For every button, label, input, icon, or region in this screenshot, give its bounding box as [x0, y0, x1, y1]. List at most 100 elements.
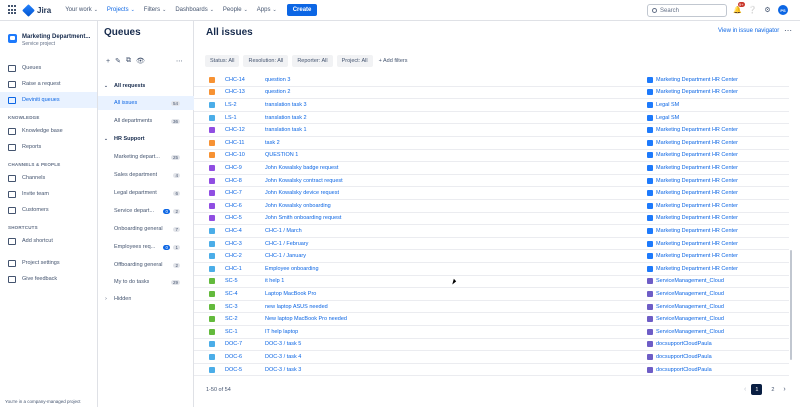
table-row[interactable]: CHC-13 question 2 Marketing Department HR …	[194, 87, 789, 100]
issue-key-link[interactable]: SC-1	[225, 329, 238, 335]
nav-people[interactable]: People ⌄	[223, 7, 248, 13]
table-row[interactable]: CHC-7 John Kowalsky device request Marketi…	[194, 187, 789, 200]
project-name-link[interactable]: Marketing Department HR Center	[656, 89, 738, 95]
eye-icon[interactable]: 👁	[136, 57, 145, 65]
queue-all-departments[interactable]: All departments 36	[98, 114, 194, 128]
issue-summary-link[interactable]: question 3	[265, 77, 290, 83]
more-icon[interactable]: ⋯	[176, 57, 183, 65]
project-name-link[interactable]: Marketing Department HR Center	[656, 203, 738, 209]
create-button[interactable]: Create	[286, 4, 318, 16]
queue-hr-item[interactable]: Onboarding general 7	[98, 222, 194, 236]
issue-summary-link[interactable]: CHC-1 / March	[265, 228, 302, 234]
add-icon[interactable]: +	[106, 58, 110, 65]
project-name-link[interactable]: docsupportCloudPaula	[656, 354, 712, 360]
project-name-link[interactable]: Marketing Department HR Center	[656, 215, 738, 221]
table-row[interactable]: CHC-12 translation task 1 Marketing Depart…	[194, 124, 789, 137]
table-row[interactable]: CHC-10 QUESTION 1 Marketing Department HR …	[194, 150, 789, 163]
project-name-link[interactable]: Marketing Department HR Center	[656, 127, 738, 133]
queue-hr-item[interactable]: Service depart... 0 2	[98, 204, 194, 218]
queue-my-todo[interactable]: My to do tasks 29	[98, 275, 194, 289]
table-row[interactable]: CHC-4 CHC-1 / March Marketing Department H…	[194, 225, 789, 238]
app-switcher-icon[interactable]	[8, 5, 18, 15]
table-row[interactable]: CHC-11 task 2 Marketing Department HR Cent…	[194, 137, 789, 150]
scrollbar[interactable]	[789, 74, 793, 386]
sidebar-item-raise-a-request[interactable]: Raise a request	[0, 76, 97, 92]
issue-summary-link[interactable]: John Kowalsky onboarding	[265, 203, 331, 209]
next-page-icon[interactable]: ›	[783, 386, 785, 393]
table-row[interactable]: CHC-6 John Kowalsky onboarding Marketing D…	[194, 200, 789, 213]
filter-dropdown[interactable]: Project: All	[336, 55, 373, 67]
sidebar-item-reports[interactable]: Reports	[0, 139, 97, 155]
table-row[interactable]: DOC-6 DOC-3 / task 4 docsupportCloudPaula	[194, 351, 789, 364]
sidebar-item-add-shortcut[interactable]: Add shortcut	[0, 233, 97, 249]
project-name-link[interactable]: ServiceManagement_Cloud	[656, 329, 724, 335]
project-name-link[interactable]: Marketing Department HR Center	[656, 228, 738, 234]
issue-key-link[interactable]: CHC-13	[225, 89, 245, 95]
issue-summary-link[interactable]: John Kowalsky contract request	[265, 178, 343, 184]
issue-summary-link[interactable]: Laptop MacBook Pro	[265, 291, 316, 297]
issue-summary-link[interactable]: DOC-3 / task 4	[265, 354, 301, 360]
table-row[interactable]: SC-4 Laptop MacBook Pro ServiceManagement_…	[194, 288, 789, 301]
sidebar-item-queues[interactable]: Queues	[0, 60, 97, 76]
sidebar-item-project-settings[interactable]: Project settings	[0, 255, 97, 271]
issue-key-link[interactable]: LS-1	[225, 115, 237, 121]
issue-summary-link[interactable]: translation task 1	[265, 127, 307, 133]
issue-summary-link[interactable]: it help 1	[265, 278, 284, 284]
project-name-link[interactable]: docsupportCloudPaula	[656, 341, 712, 347]
page-button[interactable]: 2	[767, 384, 778, 395]
issue-summary-link[interactable]: new laptop ASUS needed	[265, 304, 328, 310]
table-row[interactable]: DOC-5 DOC-3 / task 3 docsupportCloudPaula	[194, 364, 789, 377]
issue-summary-link[interactable]: IT help laptop	[265, 329, 298, 335]
issue-key-link[interactable]: CHC-11	[225, 140, 244, 146]
table-row[interactable]: CHC-9 John Kowalsky badge request Marketin…	[194, 162, 789, 175]
issue-key-link[interactable]: SC-5	[225, 278, 238, 284]
queue-hr-item[interactable]: Marketing depart... 25	[98, 150, 194, 164]
scroll-thumb[interactable]	[790, 250, 792, 360]
table-row[interactable]: LS-2 translation task 3 Legal SM	[194, 99, 789, 112]
issue-summary-link[interactable]: translation task 3	[265, 102, 307, 108]
issue-key-link[interactable]: CHC-6	[225, 203, 242, 209]
issue-summary-link[interactable]: John Kowalsky badge request	[265, 165, 338, 171]
table-row[interactable]: DOC-7 DOC-3 / task 5 docsupportCloudPaula	[194, 339, 789, 352]
issue-key-link[interactable]: CHC-12	[225, 127, 245, 133]
issue-key-link[interactable]: CHC-8	[225, 178, 242, 184]
issue-summary-link[interactable]: John Smith onboarding request	[265, 215, 341, 221]
issue-summary-link[interactable]: task 2	[265, 140, 280, 146]
issue-key-link[interactable]: CHC-14	[225, 77, 245, 83]
table-row[interactable]: SC-1 IT help laptop ServiceManagement_Clou…	[194, 326, 789, 339]
queue-hr-item[interactable]: Offboarding general 2	[98, 258, 194, 272]
issue-summary-link[interactable]: QUESTION 1	[265, 152, 298, 158]
project-name-link[interactable]: Legal SM	[656, 102, 679, 108]
project-name-link[interactable]: Marketing Department HR Center	[656, 178, 738, 184]
issue-summary-link[interactable]: New laptop MacBook Pro needed	[265, 316, 347, 322]
sidebar-item-give-feedback[interactable]: Give feedback	[0, 271, 97, 287]
notifications-icon[interactable]: 🔔 9+	[733, 1, 745, 15]
nav-apps[interactable]: Apps ⌄	[257, 7, 277, 13]
page-button[interactable]: 1	[751, 384, 763, 395]
queue-hr-item[interactable]: Legal department 6	[98, 186, 194, 200]
settings-gear-icon[interactable]: ⚙	[763, 6, 772, 15]
issue-summary-link[interactable]: question 2	[265, 89, 290, 95]
table-row[interactable]: SC-3 new laptop ASUS needed ServiceManagem…	[194, 301, 789, 314]
nav-your-work[interactable]: Your work ⌄	[65, 7, 98, 13]
issue-key-link[interactable]: SC-4	[225, 291, 238, 297]
issue-summary-link[interactable]: CHC-1 / February	[265, 241, 308, 247]
nav-dashboards[interactable]: Dashboards ⌄	[175, 7, 214, 13]
issue-key-link[interactable]: LS-2	[225, 102, 237, 108]
table-row[interactable]: CHC-8 John Kowalsky contract request Marke…	[194, 175, 789, 188]
issue-key-link[interactable]: DOC-6	[225, 354, 242, 360]
view-in-navigator-link[interactable]: View in issue navigator	[718, 28, 779, 34]
filter-dropdown[interactable]: Status: All	[205, 55, 240, 67]
filter-dropdown[interactable]: Reporter: All	[292, 55, 333, 67]
table-row[interactable]: CHC-14 question 3 Marketing Department HR …	[194, 74, 789, 87]
issue-summary-link[interactable]: John Kowalsky device request	[265, 190, 339, 196]
nav-projects[interactable]: Projects ⌄	[107, 7, 135, 13]
table-row[interactable]: CHC-2 CHC-1 / January Marketing Department…	[194, 250, 789, 263]
project-name-link[interactable]: ServiceManagement_Cloud	[656, 291, 724, 297]
issue-key-link[interactable]: CHC-4	[225, 228, 242, 234]
issue-key-link[interactable]: DOC-5	[225, 367, 242, 373]
issue-key-link[interactable]: CHC-1	[225, 266, 242, 272]
project-header[interactable]: Marketing Department... Service project	[0, 21, 97, 47]
project-name-link[interactable]: Marketing Department HR Center	[656, 241, 738, 247]
help-icon[interactable]: ❔	[748, 6, 757, 15]
